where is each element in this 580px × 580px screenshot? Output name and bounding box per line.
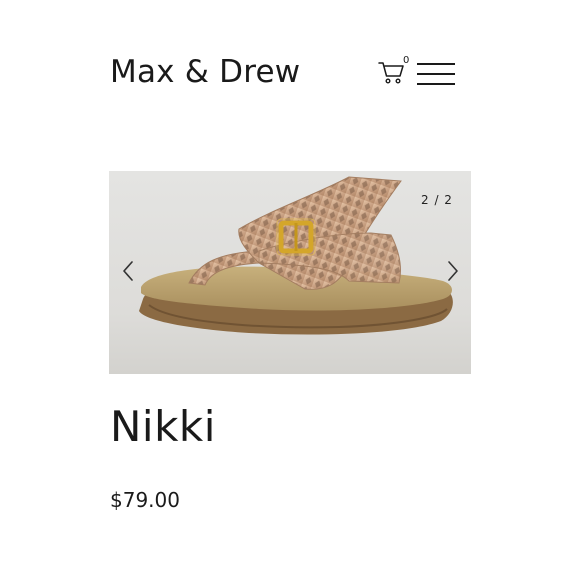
product-image[interactable] [109,171,471,374]
cart-icon[interactable] [378,60,406,86]
gallery-counter: 2 / 2 [421,193,453,207]
product-price: $79.00 [110,488,180,512]
brand-logo[interactable]: Max & Drew [110,54,300,90]
cart-count-badge: 0 [403,55,410,66]
sandal-image [139,176,453,335]
chevron-right-icon[interactable] [445,260,461,282]
hamburger-menu-icon[interactable] [417,63,455,85]
chevron-left-icon[interactable] [120,260,136,282]
product-title: Nikki [110,402,216,451]
product-page: Max & Drew 0 2 / 2 Nikki $79.00 [0,0,580,580]
